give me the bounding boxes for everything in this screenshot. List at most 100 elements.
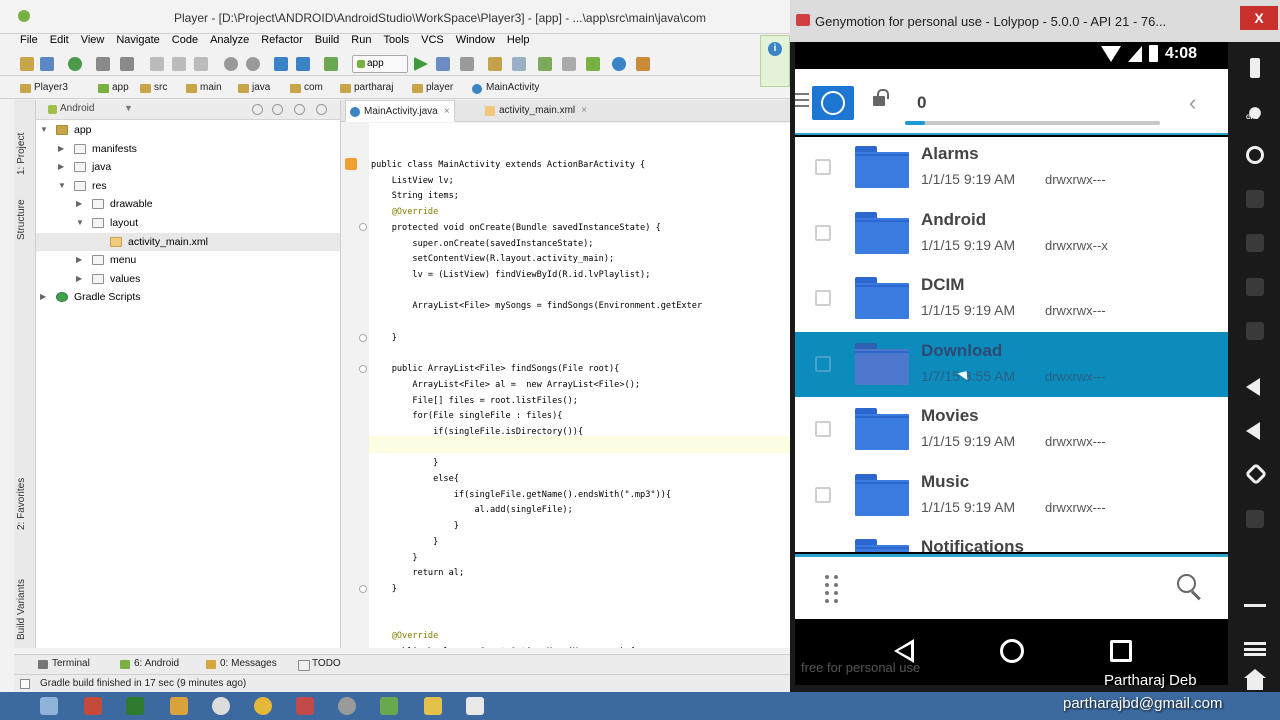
search-icon[interactable] (1177, 574, 1199, 596)
build-variants-tool-tab[interactable]: Build Variants (16, 579, 27, 640)
todo-tab[interactable]: TODO (298, 658, 341, 671)
grid-menu-icon[interactable] (825, 575, 839, 603)
breadcrumb-item[interactable]: java (238, 82, 270, 93)
unlock-icon[interactable] (873, 89, 889, 106)
notification-balloon[interactable]: i (760, 35, 790, 87)
file-list[interactable]: Alarms 1/1/15 9:19 AM drwxrwx--- Android 1/1… (795, 137, 1228, 552)
sync-scroll-icon[interactable] (252, 104, 263, 115)
project-view-select[interactable]: Android (48, 103, 94, 114)
chevron-right-icon[interactable]: ▶ (40, 288, 46, 306)
chevron-left-icon[interactable]: ‹ (1189, 90, 1196, 116)
sync-icon[interactable] (68, 57, 82, 71)
menu-item-run[interactable]: Run (351, 32, 371, 48)
genymotion-taskbar-icon[interactable] (466, 697, 484, 715)
fold-marker-icon[interactable] (359, 334, 367, 342)
avd-manager-icon[interactable] (538, 57, 552, 71)
file-row-dcim[interactable]: DCIM 1/1/15 9:19 AM drwxrwx--- (795, 266, 1228, 331)
messages-tab[interactable]: 0: Messages (206, 658, 277, 669)
battery-widget-icon[interactable] (1250, 58, 1260, 78)
genymotion-icon[interactable] (636, 57, 650, 71)
close-tab-icon[interactable]: × (444, 101, 450, 123)
network-widget-icon[interactable] (1246, 322, 1264, 340)
remote-control-widget-icon[interactable] (1246, 234, 1264, 252)
terminal-tab[interactable]: Terminal (38, 658, 90, 669)
file-row-notifications[interactable]: Notifications (795, 528, 1228, 552)
chevron-right-icon[interactable]: ▶ (58, 140, 64, 158)
menu-item-view[interactable]: View (81, 32, 105, 48)
chrome-alt-taskbar-icon[interactable] (254, 697, 272, 715)
file-row-android[interactable]: Android 1/1/15 9:19 AM drwxrwx--x (795, 200, 1228, 266)
row-checkbox[interactable] (815, 486, 831, 503)
breadcrumb-item[interactable]: player (412, 82, 453, 93)
media-taskbar-icon[interactable] (296, 697, 314, 715)
breadcrumb-item[interactable]: com (290, 82, 323, 93)
menu-item-file[interactable]: File (20, 32, 38, 48)
gps-widget-icon[interactable] (1244, 102, 1266, 124)
identifiers-widget-icon[interactable] (1246, 278, 1264, 296)
breadcrumb-item[interactable]: app (98, 82, 129, 93)
breadcrumb-item[interactable]: main (186, 82, 222, 93)
row-checkbox[interactable] (815, 355, 831, 372)
debug-icon[interactable] (436, 57, 450, 71)
row-checkbox[interactable] (815, 421, 831, 437)
breadcrumb-item[interactable]: MainActivity (472, 82, 539, 94)
select-mode-button[interactable] (812, 86, 854, 120)
chevron-down-icon[interactable]: ▼ (58, 177, 66, 195)
android-icon[interactable] (586, 57, 600, 71)
terminal-taskbar-icon[interactable] (126, 697, 144, 715)
chevron-right-icon[interactable]: ▶ (58, 158, 64, 176)
copy-icon[interactable] (172, 57, 186, 71)
chevron-down-icon[interactable]: ▼ (40, 121, 48, 139)
override-marker-icon[interactable] (345, 158, 357, 170)
app-taskbar-icon[interactable] (84, 697, 102, 715)
open-icon[interactable] (20, 57, 34, 71)
menu-item-edit[interactable]: Edit (50, 32, 69, 48)
file-row-movies[interactable]: Movies 1/1/15 9:19 AM drwxrwx--- (795, 397, 1228, 462)
chevron-right-icon[interactable]: ▶ (76, 251, 82, 269)
hide-panel-icon[interactable] (316, 104, 327, 115)
find-icon[interactable] (224, 57, 238, 71)
tab-activity-main-xml[interactable]: activity_main.xml × (481, 100, 591, 122)
chevron-down-icon[interactable]: ▼ (76, 214, 84, 232)
menu-item-window[interactable]: Window (456, 32, 495, 48)
breadcrumb-item[interactable]: partharaj (340, 82, 393, 93)
row-checkbox[interactable] (815, 290, 831, 306)
help-icon[interactable] (612, 57, 626, 71)
structure-tool-tab[interactable]: Structure (16, 199, 27, 240)
menu-item-vcs[interactable]: VCS (421, 32, 444, 48)
tree-item-values[interactable]: ▶ values (36, 270, 340, 288)
redo-icon[interactable] (120, 57, 134, 71)
menu-item-refactor[interactable]: Refactor (261, 32, 303, 48)
device-screen[interactable]: 4:08 0 ‹ Alarms 1/1/15 9:19 AM drwxrwx--- A… (795, 42, 1228, 685)
file-row-alarms[interactable]: Alarms 1/1/15 9:19 AM drwxrwx--- (795, 137, 1228, 200)
tree-item-gradle-scripts[interactable]: ▶ Gradle Scripts (36, 288, 340, 306)
sdk-manager-icon[interactable] (488, 57, 502, 71)
tree-item-manifests[interactable]: ▶ manifests (36, 140, 340, 158)
nav-recents-icon[interactable] (1110, 640, 1132, 662)
save-icon[interactable] (40, 57, 54, 71)
player-taskbar-icon[interactable] (338, 697, 356, 715)
code-editor[interactable]: public class MainActivity extends Action… (369, 123, 790, 648)
explorer-taskbar-icon[interactable] (40, 697, 58, 715)
nav-home-icon[interactable] (1000, 639, 1024, 663)
fold-marker-icon[interactable] (359, 585, 367, 593)
tree-item-layout[interactable]: ▼ layout (36, 214, 340, 232)
notes-taskbar-icon[interactable] (424, 697, 442, 715)
device-monitor-icon[interactable] (562, 57, 576, 71)
chevron-right-icon[interactable]: ▶ (76, 195, 82, 213)
chrome-taskbar-icon[interactable] (212, 697, 230, 715)
android-tab[interactable]: 6: Android (120, 658, 179, 669)
fold-marker-icon[interactable] (359, 365, 367, 373)
settings-icon[interactable] (294, 104, 305, 115)
menu-item-tools[interactable]: Tools (383, 32, 409, 48)
close-tab-icon[interactable]: × (581, 100, 587, 122)
rotate-icon[interactable] (1244, 462, 1268, 486)
tree-item-drawable[interactable]: ▶ drawable (36, 195, 340, 213)
back-widget-icon[interactable] (1244, 604, 1266, 607)
build-icon[interactable] (324, 57, 338, 71)
tree-item-menu[interactable]: ▶ menu (36, 251, 340, 269)
tab-mainactivity-java[interactable]: MainActivity.java × (345, 100, 455, 122)
menu-item-build[interactable]: Build (315, 32, 339, 48)
row-checkbox[interactable] (815, 159, 831, 175)
camera-widget-icon[interactable] (1246, 146, 1264, 164)
